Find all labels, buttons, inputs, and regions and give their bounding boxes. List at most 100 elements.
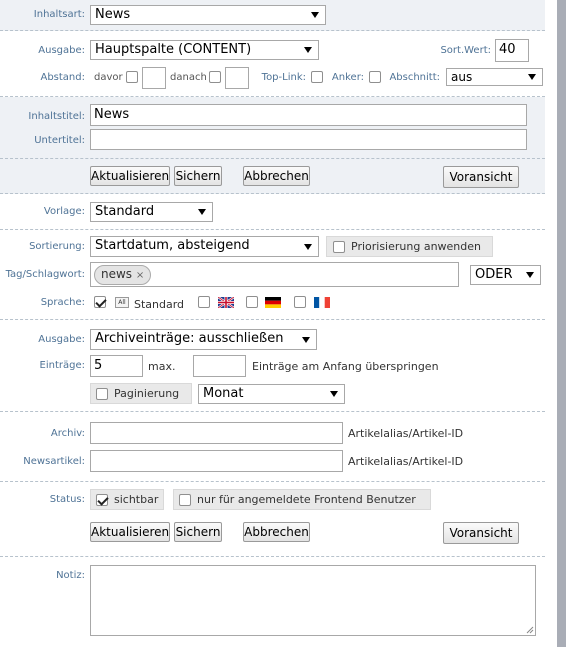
- priorisierung-toggle[interactable]: Priorisierung anwenden: [326, 236, 493, 257]
- chevron-down-icon: [198, 209, 206, 215]
- toplink-checkbox[interactable]: [311, 71, 323, 83]
- sprache-fr-checkbox[interactable]: [294, 296, 306, 308]
- section-archive: Ausgabe: Archiveinträge: ausschließen Ei…: [0, 320, 545, 412]
- section-inhaltsart: Inhaltsart: News: [0, 0, 545, 31]
- aktualisieren-button-bottom[interactable]: Aktualisieren: [90, 522, 170, 542]
- tag-mode-value: ODER: [475, 267, 513, 282]
- section-links: Archiv: Artikelalias/Artikel-ID Newsarti…: [0, 412, 545, 482]
- archive-ausgabe-value: Archiveinträge: ausschließen: [95, 331, 284, 346]
- close-icon[interactable]: ×: [136, 270, 144, 281]
- sortwert-input[interactable]: 40: [495, 39, 529, 62]
- anker-checkbox[interactable]: [369, 71, 381, 83]
- content-edit-panel: Inhaltsart: News Ausgabe: Hauptspalte (C…: [0, 0, 545, 647]
- paginierung-toggle[interactable]: Paginierung: [90, 383, 192, 404]
- frontend-checkbox[interactable]: [179, 494, 191, 506]
- aktualisieren-button[interactable]: Aktualisieren: [90, 166, 170, 186]
- section-filters: Sortierung: Startdatum, absteigend Prior…: [0, 230, 545, 320]
- sprache-de-checkbox[interactable]: [246, 296, 258, 308]
- sortierung-value: Startdatum, absteigend: [95, 238, 250, 253]
- newsartikel-hint: Artikelalias/Artikel-ID: [348, 455, 464, 468]
- sprache-en-checkbox[interactable]: [198, 296, 210, 308]
- all-languages-icon: All: [115, 297, 129, 308]
- skip-input[interactable]: [193, 355, 246, 377]
- inhaltstitel-label: Inhaltstitel:: [28, 111, 85, 122]
- section-status: Status: sichtbar nur für angemeldete Fro…: [0, 482, 545, 557]
- paginierung-checkbox[interactable]: [96, 388, 108, 400]
- sprache-standard-label: Standard: [134, 298, 185, 311]
- chevron-down-icon: [528, 74, 536, 80]
- inhaltstitel-value: News: [94, 107, 130, 122]
- sichtbar-checkbox[interactable]: [96, 494, 108, 506]
- germany-flag-icon: [265, 297, 281, 308]
- chevron-down-icon: [304, 243, 312, 250]
- scrollbar[interactable]: [557, 0, 566, 647]
- section-actions-top: Aktualisieren Sichern Abbrechen Voransic…: [0, 159, 545, 194]
- ausgabe-select[interactable]: Hauptspalte (CONTENT): [90, 40, 319, 60]
- section-titles: Inhaltstitel: News Untertitel:: [0, 97, 545, 159]
- eintraege-label: Einträge:: [39, 360, 85, 371]
- tag-chip-label: news: [101, 267, 133, 281]
- inhaltstitel-input[interactable]: News: [90, 104, 527, 126]
- resize-grip-icon[interactable]: [526, 626, 534, 634]
- priorisierung-checkbox[interactable]: [333, 241, 345, 253]
- section-notiz: Notiz:: [0, 557, 545, 647]
- inhaltsart-select[interactable]: News: [90, 5, 326, 25]
- skip-label: Einträge am Anfang überspringen: [252, 360, 439, 373]
- ausgabe-label: Ausgabe:: [38, 45, 85, 56]
- paginierung-select[interactable]: Monat: [198, 384, 345, 404]
- danach-label: danach: [170, 72, 207, 83]
- tag-label: Tag/Schlagwort:: [5, 269, 85, 280]
- chevron-down-icon: [302, 336, 310, 343]
- abschnitt-label: Abschnitt:: [389, 72, 440, 83]
- archive-ausgabe-label: Ausgabe:: [38, 334, 85, 345]
- frontend-toggle[interactable]: nur für angemeldete Frontend Benutzer: [173, 489, 431, 510]
- voransicht-button-bottom[interactable]: Voransicht: [443, 522, 519, 544]
- sprache-label: Sprache:: [40, 297, 85, 308]
- all-languages-badge: All: [118, 299, 126, 306]
- voransicht-button[interactable]: Voransicht: [443, 166, 519, 188]
- untertitel-input[interactable]: [90, 129, 527, 150]
- untertitel-label: Untertitel:: [34, 135, 85, 146]
- sortwert-value: 40: [499, 42, 516, 57]
- archive-ausgabe-select[interactable]: Archiveinträge: ausschließen: [90, 329, 317, 350]
- davor-input[interactable]: [142, 67, 166, 89]
- frontend-label: nur für angemeldete Frontend Benutzer: [197, 493, 416, 506]
- sortierung-label: Sortierung:: [29, 241, 85, 252]
- sprache-standard-checkbox[interactable]: [94, 296, 106, 308]
- archiv-label: Archiv:: [50, 428, 85, 439]
- notiz-textarea[interactable]: [90, 565, 536, 636]
- abbrechen-button[interactable]: Abbrechen: [243, 166, 310, 186]
- sichern-button[interactable]: Sichern: [174, 166, 222, 186]
- sichtbar-toggle[interactable]: sichtbar: [90, 489, 164, 510]
- danach-checkbox[interactable]: [209, 71, 221, 83]
- france-flag-icon: [314, 297, 330, 308]
- tag-chip[interactable]: news ×: [94, 265, 152, 285]
- section-ausgabe: Ausgabe: Hauptspalte (CONTENT) Sort.Wert…: [0, 31, 545, 97]
- danach-input[interactable]: [225, 67, 249, 89]
- section-vorlage: Vorlage: Standard: [0, 194, 545, 230]
- uk-flag-icon: [218, 297, 234, 308]
- inhaltsart-value: News: [95, 7, 131, 22]
- anker-label: Anker:: [331, 72, 364, 83]
- davor-checkbox[interactable]: [126, 71, 138, 83]
- sortierung-select[interactable]: Startdatum, absteigend: [90, 236, 319, 257]
- newsartikel-input[interactable]: [90, 450, 343, 472]
- priorisierung-label: Priorisierung anwenden: [351, 240, 481, 253]
- sichtbar-label: sichtbar: [114, 493, 159, 506]
- chevron-down-icon: [526, 272, 534, 278]
- eintraege-input[interactable]: 5: [90, 355, 143, 377]
- davor-label: davor: [94, 72, 123, 83]
- notiz-label: Notiz:: [56, 570, 85, 581]
- chevron-down-icon: [330, 391, 338, 397]
- abschnitt-select[interactable]: aus: [446, 68, 543, 86]
- tag-mode-select[interactable]: ODER: [470, 265, 541, 285]
- vorlage-select[interactable]: Standard: [90, 202, 213, 222]
- ausgabe-value: Hauptspalte (CONTENT): [95, 42, 252, 57]
- eintraege-value: 5: [94, 358, 103, 373]
- archiv-input[interactable]: [90, 422, 343, 444]
- toplink-label: Top-Link:: [261, 72, 306, 83]
- sichern-button-bottom[interactable]: Sichern: [174, 522, 222, 542]
- abbrechen-button-bottom[interactable]: Abbrechen: [243, 522, 310, 542]
- chevron-down-icon: [311, 12, 319, 18]
- tag-input[interactable]: news ×: [90, 262, 459, 287]
